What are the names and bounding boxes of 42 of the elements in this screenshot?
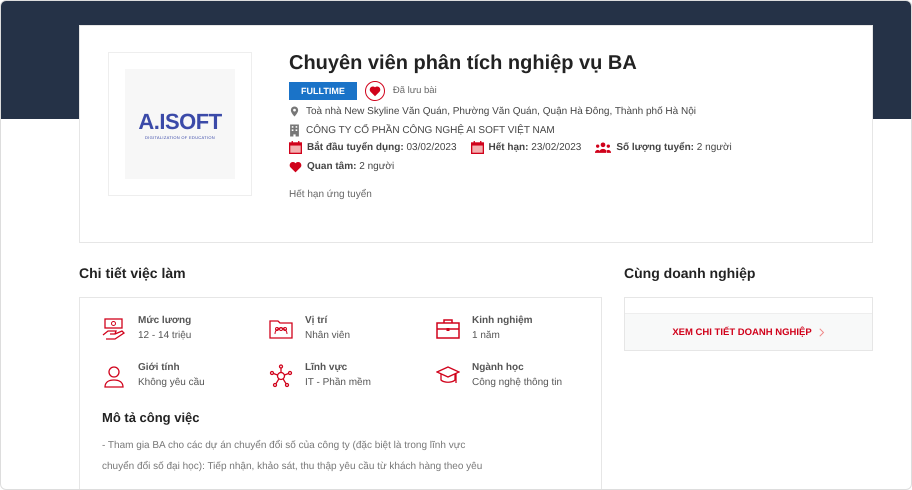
- detail-value: Không yêu cầu: [138, 377, 205, 388]
- calendar-icon: [470, 141, 484, 154]
- address-text: Toà nhà New Skyline Văn Quán, Phường Văn Quán, Quận Hà Đông, Thành phố Hà Nội: [306, 106, 696, 117]
- detail-label: Kinh nghiệm: [472, 315, 533, 326]
- chevron-right-icon: [818, 328, 825, 336]
- section-heading: Chi tiết việc làm: [79, 265, 187, 281]
- logo-text: A.ISOFT: [138, 108, 222, 134]
- job-title: Chuyên viên phân tích nghiệp vụ BA: [289, 52, 638, 75]
- description-line: - Tham gia BA cho các dự án chuyển đổi số của công ty (đặc biệt là trong lĩnh vực: [102, 438, 466, 453]
- saved-label: Đã lưu bài: [392, 85, 437, 96]
- heart-icon: [368, 84, 381, 96]
- building-icon: [289, 124, 300, 137]
- detail-value: 12 - 14 triệu: [138, 330, 192, 341]
- fact-text: Hết hạn: 23/02/2023: [488, 142, 582, 153]
- save-heart-button[interactable]: [364, 80, 385, 100]
- detail-label: Mức lương: [138, 315, 192, 326]
- detail-value: Nhân viên: [305, 330, 350, 341]
- detail-value: 1 năm: [472, 330, 501, 341]
- detail-label: Vị trí: [305, 315, 328, 326]
- calendar-icon: [289, 141, 302, 154]
- company-name: CÔNG TY CỔ PHẦN CÔNG NGHỆ AI SOFT VIỆT NAM: [306, 125, 555, 136]
- detail-value: Công nghệ thông tin: [472, 377, 562, 388]
- fact-text: Số lượng tuyển: 2 người: [616, 142, 732, 153]
- status-text: Hết hạn ứng tuyển: [289, 189, 373, 200]
- heart-icon: [289, 160, 302, 172]
- fact-text: Bắt đầu tuyển dụng: 03/02/2023: [307, 142, 456, 153]
- network-nodes-icon: [269, 364, 293, 388]
- detail-value: IT - Phần mềm: [305, 377, 371, 388]
- description-line: chuyển đổi số đại học): Tiếp nhận, khảo sát, thu thập yêu cầu từ khách hàng theo yêu: [102, 460, 484, 474]
- job-type-badge: FULLTIME: [289, 82, 357, 100]
- detail-label: Giới tính: [138, 362, 181, 373]
- money-hand-icon: [102, 317, 126, 341]
- section-heading: Cùng doanh nghiệp: [624, 265, 756, 281]
- fact-text: Quan tâm: 2 người: [307, 161, 394, 172]
- briefcase-icon: [436, 317, 460, 341]
- detail-label: Ngành học: [472, 362, 525, 373]
- people-icon: [595, 142, 612, 153]
- detail-label: Lĩnh vực: [305, 362, 348, 373]
- description-heading: Mô tả công việc: [102, 410, 201, 425]
- company-details-link[interactable]: XEM CHI TIẾT DOANH NGHIỆP: [625, 314, 872, 350]
- person-icon: [102, 364, 126, 388]
- location-pin-icon: [289, 105, 300, 118]
